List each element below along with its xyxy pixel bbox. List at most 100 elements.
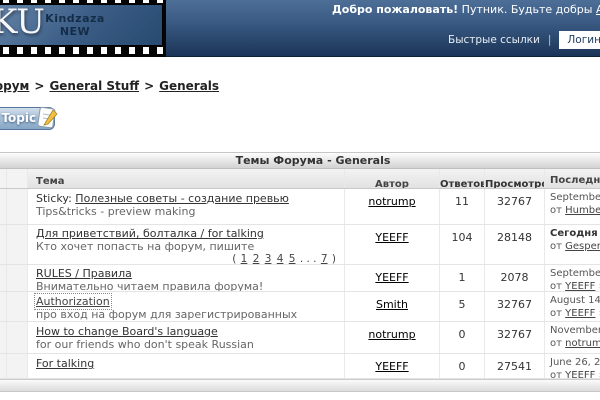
- last-post-by-label: от: [550, 281, 562, 291]
- table-header-row: Тема Автор Ответов Просмотров Последнее …: [0, 169, 600, 189]
- last-poster-link[interactable]: notrump: [565, 338, 600, 349]
- topic-description: Tips&tricks - preview making: [36, 205, 336, 218]
- topic-marker-cell: [0, 354, 7, 378]
- quick-links-row: Быстрые ссылки | Логин: [448, 31, 600, 49]
- topic-cell: Для приветствий, болталка / for talking …: [27, 225, 344, 264]
- author-link[interactable]: YEEFF: [375, 360, 408, 373]
- replies-count: 11: [439, 189, 484, 224]
- topic-icon-cell: [7, 189, 27, 224]
- replies-count: 104: [439, 225, 484, 264]
- replies-count: 0: [439, 354, 484, 378]
- breadcrumb-forum[interactable]: Форум: [0, 79, 29, 93]
- topic-description: for our friends who don't speak Russian: [36, 338, 336, 351]
- welcome-bold: Добро пожаловать!: [332, 3, 458, 16]
- topic-marker-cell: [0, 322, 7, 353]
- last-poster-link[interactable]: Humbert: [565, 205, 600, 216]
- last-poster-link[interactable]: YEEFF: [565, 281, 595, 291]
- page-link[interactable]: 7: [321, 253, 328, 264]
- logo-panel: KU Kindzaza NEW: [0, 4, 163, 46]
- logo-text: Kindzaza NEW: [36, 12, 114, 38]
- replies-count: 0: [439, 322, 484, 353]
- last-post-cell: November 1 от notrump ›: [544, 322, 600, 353]
- topic-description: Кто хочет попасть на форум, пишите: [36, 240, 336, 253]
- last-post-by-label: от: [550, 241, 562, 252]
- last-post-date: August 14, 2: [550, 295, 600, 306]
- pagination: ( 1 2 3 4 5 . . . 7 ): [36, 253, 336, 264]
- topic-row: How to change Board's language for our f…: [0, 322, 600, 354]
- topic-link[interactable]: Authorization: [36, 295, 110, 308]
- topic-icon-cell: [7, 292, 27, 321]
- topic-cell: Authorization про вход на форум для заре…: [27, 292, 344, 321]
- topic-link[interactable]: How to change Board's language: [36, 325, 218, 338]
- topic-row: Для приветствий, болталка / for talking …: [0, 225, 600, 265]
- header-separator: |: [548, 34, 552, 46]
- topic-marker-cell: [0, 189, 7, 224]
- topic-cell: For talking: [27, 354, 344, 378]
- column-replies: Ответов: [439, 169, 484, 188]
- last-post-by-label: от: [550, 205, 562, 216]
- views-count: 32767: [484, 189, 544, 224]
- topic-link[interactable]: For talking: [36, 357, 94, 370]
- replies-count: 1: [439, 265, 484, 291]
- replies-count: 5: [439, 292, 484, 321]
- topic-icon-cell: [7, 322, 27, 353]
- login-button[interactable]: Логин: [559, 31, 600, 49]
- author-link[interactable]: YEEFF: [375, 271, 408, 284]
- welcome-message: Добро пожаловать! Путник. Будьте добры А…: [332, 3, 600, 16]
- page-link[interactable]: 4: [277, 253, 284, 264]
- topic-cell: Sticky: Полезные советы - создание превь…: [27, 189, 344, 224]
- pagination-dots: . . .: [300, 253, 317, 264]
- forum-page: Добро пожаловать! Путник. Будьте добры А…: [0, 0, 600, 400]
- views-count: 32767: [484, 292, 544, 321]
- site-header: Добро пожаловать! Путник. Будьте добры А…: [0, 0, 600, 57]
- last-post-by-label: от: [550, 370, 562, 378]
- author-link[interactable]: Smith: [376, 298, 408, 311]
- last-poster-link[interactable]: Gesper: [565, 241, 600, 252]
- last-post-cell: June 26, 201 от YEEFF ›: [544, 354, 600, 378]
- page-link[interactable]: 2: [253, 253, 260, 264]
- last-poster-link[interactable]: YEEFF: [565, 370, 595, 378]
- topic-row: RULES / Правила Внимательно читаем прави…: [0, 265, 600, 292]
- topic-cell: How to change Board's language for our f…: [27, 322, 344, 353]
- column-last-post: Последнее сообщение: [544, 169, 600, 188]
- welcome-text: Путник. Будьте добры: [458, 3, 596, 16]
- last-post-date-bold: Сегодня: [550, 228, 598, 239]
- last-post-date: September 1: [550, 192, 600, 203]
- sticky-prefix: Sticky:: [36, 192, 75, 205]
- site-logo[interactable]: KU Kindzaza NEW: [0, 0, 166, 57]
- breadcrumb-generals[interactable]: Generals: [159, 79, 219, 93]
- last-post-by-label: от: [550, 308, 562, 319]
- author-link[interactable]: notrump: [368, 328, 415, 341]
- author-link[interactable]: YEEFF: [375, 231, 408, 244]
- topic-link[interactable]: Для приветствий, болталка / for talking: [36, 227, 264, 240]
- topics-table: Темы Форума - Generals Тема Автор Ответо…: [0, 152, 600, 392]
- pagination-close: ): [332, 253, 336, 264]
- last-post-date: June 26, 201: [550, 357, 600, 368]
- topic-icon-cell: [7, 225, 27, 264]
- last-post-cell: August 14, 2 от YEEFF ›: [544, 292, 600, 321]
- authorize-link[interactable]: Авторизация: [596, 3, 600, 16]
- author-link[interactable]: notrump: [368, 195, 415, 208]
- topic-icon-cell: [7, 354, 27, 378]
- new-topic-button[interactable]: New Topic: [0, 107, 55, 130]
- views-count: 32767: [484, 322, 544, 353]
- page-link[interactable]: 1: [241, 253, 248, 264]
- topic-description: про вход на форум для зарегистрированных: [36, 308, 336, 321]
- table-title: Темы Форума - Generals: [0, 153, 600, 169]
- breadcrumb: Форум>General Stuff>Generals: [0, 79, 219, 93]
- logo-line2: NEW: [36, 25, 114, 38]
- page-link[interactable]: 5: [289, 253, 296, 264]
- last-post-cell: September 1 от Humbert ›: [544, 189, 600, 224]
- column-topic: Тема: [27, 169, 344, 188]
- breadcrumb-general-stuff[interactable]: General Stuff: [49, 79, 139, 93]
- topic-link[interactable]: Полезные советы - создание превью: [75, 192, 289, 205]
- topic-link[interactable]: RULES / Правила: [36, 267, 132, 280]
- page-link[interactable]: 3: [265, 253, 272, 264]
- views-count: 27541: [484, 354, 544, 378]
- new-topic-icon: [34, 105, 60, 131]
- last-poster-link[interactable]: YEEFF: [565, 308, 595, 319]
- header-icon-cell: [7, 169, 27, 188]
- last-post-date: November 1: [550, 325, 600, 336]
- quick-links-button[interactable]: Быстрые ссылки: [448, 34, 540, 46]
- topic-description: Внимательно читаем правила форума!: [36, 280, 336, 291]
